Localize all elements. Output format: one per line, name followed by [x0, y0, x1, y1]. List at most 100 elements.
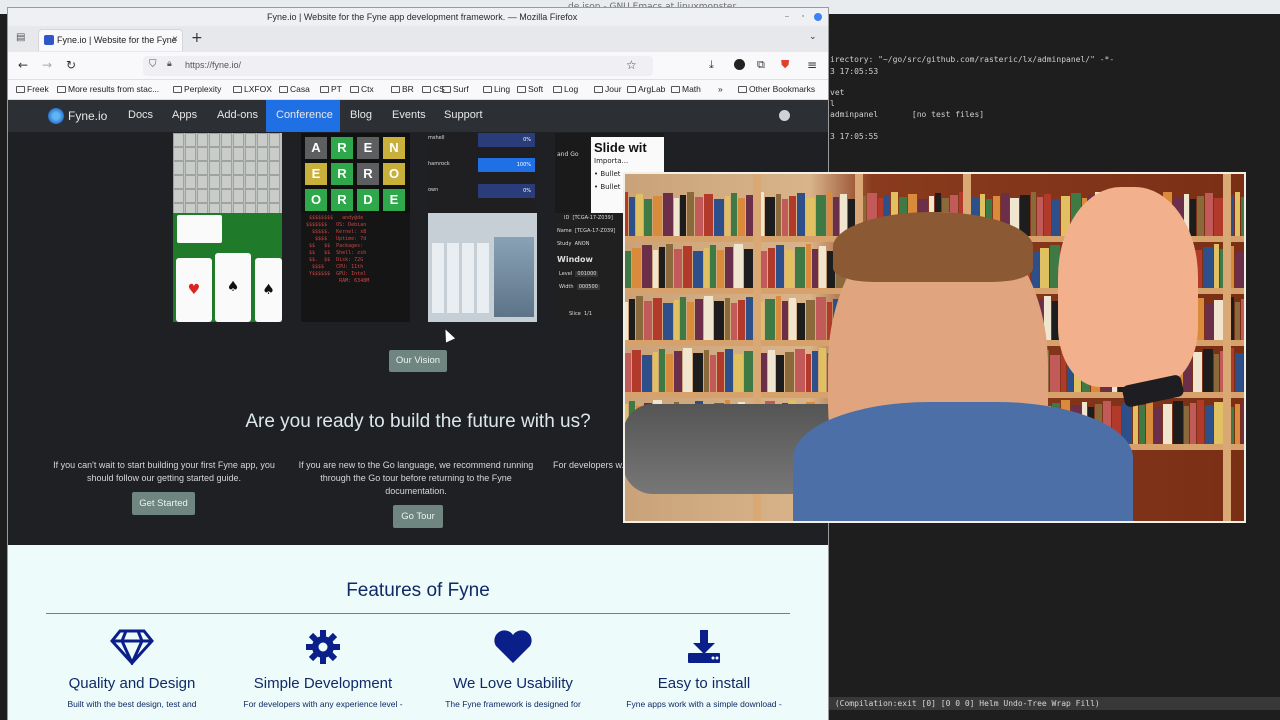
mine-cell — [221, 161, 232, 175]
site-icon — [16, 86, 25, 93]
bookmark-star-icon[interactable]: ☆ — [626, 58, 637, 72]
mine-cell — [257, 161, 268, 175]
bookmark-item[interactable]: Perplexity — [173, 84, 221, 94]
our-vision-button[interactable]: Our Vision — [389, 350, 447, 372]
dicom-level-input[interactable]: 001000 — [575, 271, 599, 277]
wordle-tile: O — [383, 163, 405, 185]
bookmark-item[interactable]: More results from stac... — [57, 84, 159, 94]
bookmark-item[interactable]: Surf — [442, 84, 469, 94]
mine-cell — [257, 133, 268, 147]
site-icon — [173, 86, 182, 93]
emacs-line: l — [830, 99, 835, 108]
extension-icon[interactable] — [734, 59, 745, 70]
dicom-window-label: Window — [557, 255, 593, 264]
progress-bar: 0% — [478, 184, 535, 198]
bookmark-item[interactable]: LXFOX — [233, 84, 272, 94]
menu-icon[interactable]: ≡ — [807, 58, 817, 72]
other-bookmarks[interactable]: Other Bookmarks — [738, 84, 815, 94]
shield-icon[interactable]: ⛉ — [149, 59, 157, 70]
nav-add-ons[interactable]: Add-ons — [217, 109, 258, 121]
mine-cell — [269, 133, 280, 147]
folder-icon — [627, 86, 636, 93]
bookmark-item[interactable]: Log — [553, 84, 578, 94]
other-bookmarks-label: Other Bookmarks — [749, 84, 816, 94]
nav-blog[interactable]: Blog — [350, 109, 372, 121]
mine-cell — [257, 147, 268, 161]
reload-icon[interactable]: ↻ — [66, 58, 76, 72]
dicom-width-input[interactable]: 000500 — [576, 284, 600, 290]
bookmark-item[interactable]: Math — [671, 84, 701, 94]
dicom-id-value: [TCGA-17-Z039] — [572, 215, 613, 221]
mine-cell — [185, 147, 196, 161]
brave-shield-icon[interactable]: ⛊ — [781, 58, 789, 72]
bookmark-item[interactable]: Freek — [16, 84, 49, 94]
nav-events[interactable]: Events — [392, 109, 426, 121]
bookmark-label: Math — [682, 84, 701, 94]
bookmark-label: PT — [331, 84, 342, 94]
folder-icon — [517, 86, 526, 93]
new-tab-icon[interactable]: + — [191, 30, 203, 46]
forward-icon[interactable]: → — [42, 58, 52, 72]
get-started-button[interactable]: Get Started — [132, 492, 195, 515]
bookmark-item[interactable]: Casa — [279, 84, 310, 94]
dicom-slice-value: 1/1 — [583, 311, 593, 317]
chevron-down-icon[interactable]: ⌄ — [809, 32, 817, 42]
bookmark-label: Soft — [528, 84, 544, 94]
mine-cell — [197, 147, 208, 161]
bookmark-item[interactable]: PT — [320, 84, 342, 94]
downloads-icon[interactable]: ⤓ — [709, 58, 714, 72]
progress-label: mshell — [428, 135, 445, 141]
heart-icon — [494, 630, 532, 663]
nav-apps[interactable]: Apps — [172, 109, 197, 121]
url-text[interactable]: https://fyne.io/ — [185, 60, 241, 70]
app-screenshot-minesweeper[interactable]: ♥ ♠ ♠ — [173, 133, 282, 322]
feature-title: We Love Usability — [453, 675, 573, 692]
folder-icon — [442, 86, 451, 93]
lock-icon[interactable]: 🔒︎ — [167, 59, 172, 69]
bookmark-item[interactable]: ArgLab — [627, 84, 665, 94]
nav-docs[interactable]: Docs — [128, 109, 153, 121]
minimize-icon[interactable]: – — [783, 13, 791, 21]
app-screenshot-wordle[interactable]: ARENERROORDE $$$$$$$$ andy@de $$$$$$$ OS… — [301, 133, 410, 322]
more-bookmarks-icon[interactable]: » — [718, 84, 723, 94]
go-tour-button[interactable]: Go Tour — [393, 505, 443, 528]
github-icon[interactable] — [779, 110, 790, 121]
bookmark-item[interactable]: Soft — [517, 84, 543, 94]
nav-conference[interactable]: Conference — [276, 109, 333, 121]
feature-title: Simple Development — [253, 675, 393, 692]
solitaire-table: ♥ ♠ ♠ — [173, 213, 282, 322]
card-hearts: ♥ — [176, 258, 212, 322]
mine-cell — [233, 175, 244, 189]
emacs-mode-line: (Compilation:exit [0] [0 0 0] Helm Undo-… — [826, 697, 1280, 710]
close-window-icon[interactable] — [814, 13, 822, 21]
mouse-cursor-icon — [440, 327, 456, 343]
address-bar[interactable]: ⛉ 🔒︎ https://fyne.io/ ☆ — [143, 56, 653, 76]
list-all-tabs-icon[interactable]: ▤ — [16, 32, 25, 43]
mine-cell — [185, 161, 196, 175]
mine-cell — [269, 175, 280, 189]
wordle-tile: E — [383, 189, 405, 211]
maximize-icon[interactable]: ▫ — [799, 13, 807, 21]
nav-support[interactable]: Support — [444, 109, 483, 121]
bookmark-item[interactable]: Ling — [483, 84, 510, 94]
mine-cell — [197, 161, 208, 175]
mine-cell — [269, 189, 280, 203]
close-tab-icon[interactable]: × — [172, 30, 178, 50]
tab-fyne[interactable]: Fyne.io | Website for the Fyne × — [38, 29, 183, 51]
app-screenshot-widgets[interactable]: mshell 0% hamrock 100% own 0% — [428, 133, 537, 322]
dicom-level-label: Level — [559, 271, 573, 277]
mine-cell — [173, 161, 184, 175]
bookmark-label: More results from stac... — [68, 84, 160, 94]
mine-cell — [209, 175, 220, 189]
back-icon[interactable]: ← — [18, 58, 28, 72]
mine-cell — [233, 133, 244, 147]
extensions-puzzle-icon[interactable]: ⧉ — [757, 58, 765, 72]
bookmark-item[interactable]: Ctx — [350, 84, 374, 94]
fyne-logo[interactable]: Fyne.io — [48, 108, 107, 124]
feature-usability: We Love Usability The Fyne framework is … — [418, 629, 608, 709]
bookmark-item[interactable]: Jour — [594, 84, 622, 94]
calculator-window — [428, 213, 537, 322]
mine-cell — [257, 175, 268, 189]
site-navbar: Fyne.io Docs Apps Add-ons Conference Blo… — [8, 100, 828, 132]
bookmark-item[interactable]: BR — [391, 84, 414, 94]
